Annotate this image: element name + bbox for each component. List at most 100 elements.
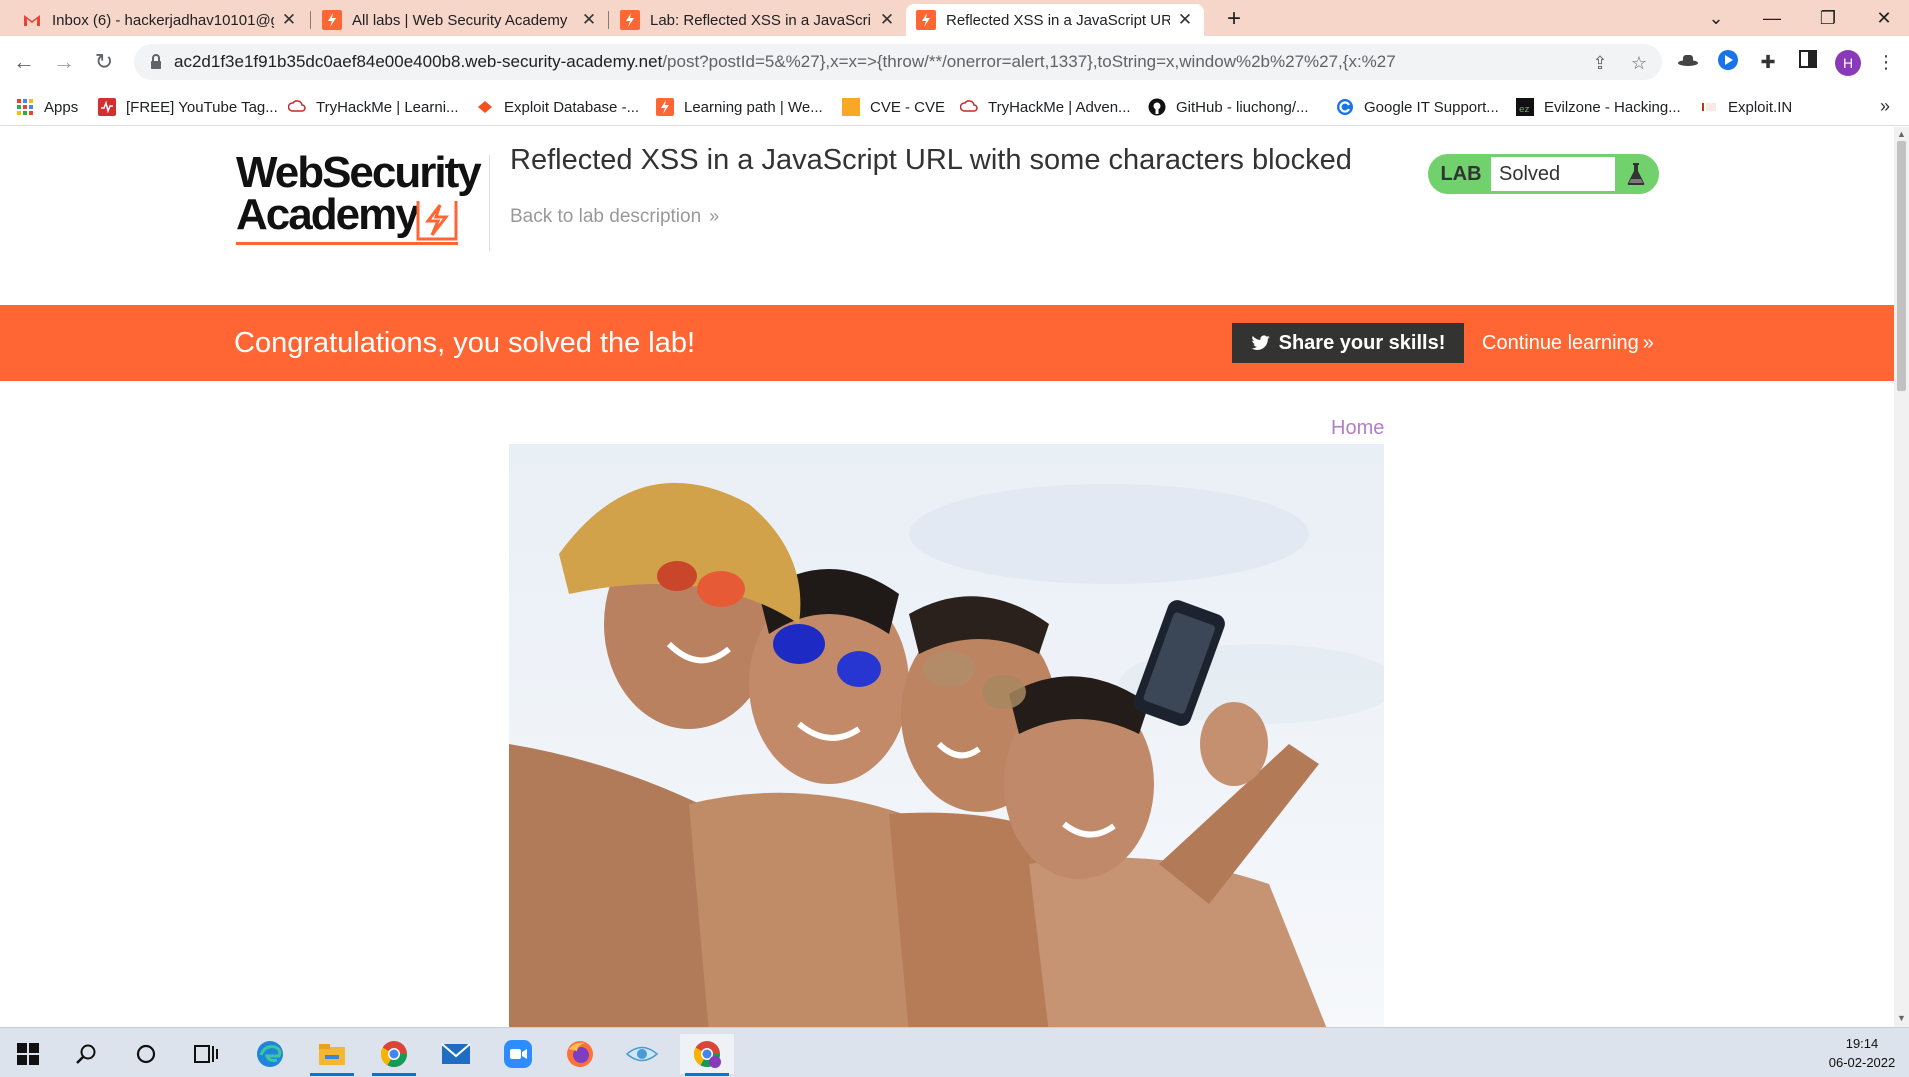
bookmark-evilzone[interactable]: ez Evilzone - Hacking... [1516,88,1681,126]
bookmark-tryhackme-learning[interactable]: TryHackMe | Learni... [288,88,459,126]
search-icon[interactable] [66,1034,106,1074]
cortana-icon[interactable] [126,1034,166,1074]
lab-label: LAB [1431,157,1491,191]
bookmark-apps[interactable]: Apps [16,88,78,126]
scroll-down-arrow-icon[interactable]: ▼ [1897,1013,1906,1023]
share-icon[interactable]: ⇪ [1589,52,1611,74]
bookmark-youtube-tag[interactable]: [FREE] YouTube Tag... [98,88,278,126]
tab-search-button[interactable]: ⌄ [1696,4,1736,32]
home-link[interactable]: Home [1331,417,1384,440]
mail-icon[interactable] [436,1034,476,1074]
scroll-up-arrow-icon[interactable]: ▲ [1897,129,1906,139]
profile-avatar[interactable]: H [1835,50,1861,76]
extension-play-icon[interactable] [1715,49,1741,75]
firefox-icon[interactable] [560,1034,600,1074]
svg-text:ez: ez [1519,105,1530,115]
bookmark-github[interactable]: GitHub - liuchong/... [1148,88,1309,126]
file-explorer-icon[interactable] [312,1034,352,1074]
exploitin-icon [1702,103,1716,111]
logo-underline [236,242,458,245]
windows-start-icon[interactable] [8,1034,48,1074]
close-icon[interactable]: ✕ [280,10,298,30]
bookmark-exploit-in[interactable]: Exploit.IN [1700,88,1792,126]
solved-banner: Congratulations, you solved the lab! Sha… [0,305,1894,381]
congratulations-message: Congratulations, you solved the lab! [234,327,696,359]
bookmark-learning-path[interactable]: Learning path | We... [656,88,823,126]
tryhackme-icon [288,100,306,112]
lab-status-value: Solved [1491,157,1615,191]
scrollbar-thumb[interactable] [1897,141,1906,391]
zoom-icon[interactable] [498,1034,538,1074]
continue-label: Continue learning [1482,332,1639,354]
chrome-profile-active-indicator [685,1073,729,1076]
bookmark-star-icon[interactable]: ☆ [1628,52,1650,74]
chrome-profile-icon[interactable] [680,1034,734,1074]
extensions-puzzle-icon[interactable]: ✚ [1755,49,1781,75]
google-icon [1337,99,1353,115]
share-skills-button[interactable]: Share your skills! [1232,323,1464,363]
edge-browser-icon[interactable] [250,1034,290,1074]
close-window-button[interactable]: ✕ [1864,4,1904,32]
continue-learning-link[interactable]: Continue learning» [1482,305,1654,381]
url-text: ac2d1f3e1f91b35dc0aef84e00e400b8.web-sec… [174,44,1396,80]
file-explorer-active-indicator [310,1073,354,1076]
more-bookmarks-icon[interactable]: » [1880,96,1890,117]
clock-time: 19:14 [1845,1036,1879,1051]
tab-inbox[interactable]: Inbox (6) - hackerjadhav10101@g ✕ [12,4,308,36]
back-to-lab-description-link[interactable]: Back to lab description » [510,206,719,228]
exploitdb-icon [478,101,492,113]
task-view-icon[interactable] [186,1034,226,1074]
address-bar[interactable]: ac2d1f3e1f91b35dc0aef84e00e400b8.web-sec… [134,44,1662,80]
bookmark-label: TryHackMe | Adven... [988,98,1131,116]
bookmark-exploit-db[interactable]: Exploit Database -... [476,88,639,126]
clock-date: 06-02-2022 [1828,1055,1896,1070]
tab-divider [310,11,311,29]
tab-title: Inbox (6) - hackerjadhav10101@g [52,11,274,29]
evilzone-icon: ez [1516,98,1534,116]
new-tab-button[interactable]: + [1220,6,1248,34]
tab-reflected-xss[interactable]: Reflected XSS in a JavaScript URL ✕ [906,4,1204,36]
bookmark-tryhackme-advent[interactable]: TryHackMe | Adven... [960,88,1131,126]
lab-title: Reflected XSS in a JavaScript URL with s… [510,144,1352,176]
portswigger-icon [656,98,674,116]
system-clock[interactable]: 19:14 06-02-2022 [1820,1034,1904,1072]
chrome-icon[interactable] [374,1034,414,1074]
portswigger-icon [916,10,936,30]
side-panel-icon[interactable] [1795,49,1821,75]
github-icon [1148,98,1166,116]
bookmark-google-it[interactable]: Google IT Support... [1336,88,1499,126]
page-content: WebSecurity Academy Reflected XSS in a J… [0,127,1894,1027]
reload-icon[interactable]: ↻ [90,48,118,76]
back-arrow-icon[interactable]: ← [10,48,38,76]
header-divider [489,155,490,251]
tab-lab-description[interactable]: Lab: Reflected XSS in a JavaScript ✕ [610,4,906,36]
extension-hat-icon[interactable] [1675,49,1701,75]
flask-icon [1615,157,1656,191]
close-icon[interactable]: ✕ [878,10,896,30]
close-icon[interactable]: ✕ [580,10,598,30]
minimize-button[interactable]: — [1752,4,1792,32]
bookmark-label: [FREE] YouTube Tag... [126,98,278,116]
web-security-academy-logo[interactable]: WebSecurity Academy [236,151,486,247]
bookmarks-bar: Apps [FREE] YouTube Tag... TryHackMe | L… [0,88,1909,126]
close-icon[interactable]: ✕ [1176,10,1194,30]
page-scrollbar[interactable]: ▲ ▼ [1894,127,1909,1027]
eye-app-icon[interactable] [622,1034,662,1074]
share-label: Share your skills! [1278,331,1446,354]
chrome-active-indicator [372,1073,416,1076]
bookmark-label: Google IT Support... [1364,98,1499,116]
tab-all-labs[interactable]: All labs | Web Security Academy ✕ [312,4,608,36]
bookmark-cve[interactable]: CVE - CVE [842,88,945,126]
url-path: /post?postId=5&%27},x=x=>{throw/**/onerr… [662,52,1396,71]
portswigger-icon [620,10,640,30]
double-chevron-right-icon: » [1642,332,1654,354]
bookmark-label: TryHackMe | Learni... [316,98,459,116]
tab-strip: Inbox (6) - hackerjadhav10101@g ✕ All la… [0,0,1909,36]
bookmark-label: Evilzone - Hacking... [1544,98,1681,116]
tryhackme-icon [960,100,978,112]
menu-kebab-icon[interactable]: ⋮ [1873,49,1899,75]
bookmark-label: Learning path | We... [684,98,823,116]
tab-title: Lab: Reflected XSS in a JavaScript [650,11,872,29]
maximize-button[interactable]: ❐ [1808,4,1848,32]
forward-arrow-icon[interactable]: → [50,48,78,76]
